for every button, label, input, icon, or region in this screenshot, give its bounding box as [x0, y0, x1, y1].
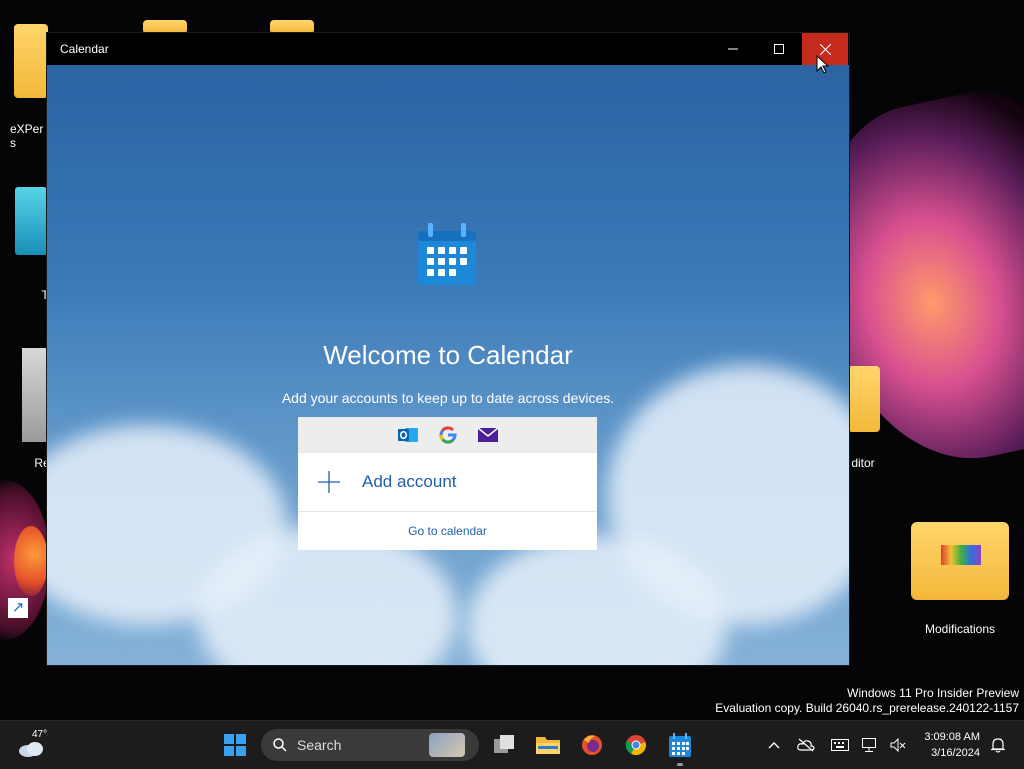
calendar-app-icon — [418, 223, 476, 285]
add-account-label: Add account — [362, 472, 457, 491]
maximize-icon — [774, 44, 784, 54]
go-to-calendar-link[interactable]: Go to calendar — [298, 512, 597, 550]
firefox-shortcut-icon[interactable] — [14, 526, 48, 596]
search-highlight-image — [429, 733, 465, 757]
cloud-weather-icon — [19, 742, 43, 757]
folder-icon[interactable] — [848, 366, 880, 432]
task-view-button[interactable] — [489, 729, 521, 761]
clock-time: 3:09:08 AM — [924, 731, 980, 743]
folder-icon — [143, 20, 187, 34]
outlook-icon — [396, 423, 420, 447]
firefox-icon — [582, 735, 602, 755]
network-icon — [862, 738, 876, 752]
volume-muted-icon — [890, 738, 906, 752]
desktop-icon-label[interactable]: Modifications — [906, 622, 1014, 636]
title-bar[interactable]: Calendar — [47, 33, 849, 65]
recycle-bin-icon[interactable] — [22, 348, 48, 442]
search-placeholder: Search — [297, 737, 342, 753]
chrome-icon — [625, 735, 646, 756]
minimize-icon — [728, 48, 738, 50]
chevron-up-icon — [768, 742, 780, 749]
notifications-button[interactable] — [984, 729, 1012, 761]
clock-date: 3/16/2024 — [931, 747, 980, 759]
folder-thumbnail — [941, 545, 981, 565]
weather-widget[interactable]: 47° — [14, 729, 54, 761]
taskbar: 47° Search 3:09:08 AM 3/16/2024 — [0, 720, 1024, 769]
firefox-button[interactable] — [576, 729, 608, 761]
calendar-icon — [669, 733, 691, 757]
task-view-icon — [494, 735, 514, 753]
add-account-button[interactable]: Add account — [298, 453, 597, 512]
desktop-icon-label[interactable]: eXPer s — [10, 122, 50, 150]
network-button[interactable] — [856, 729, 884, 761]
welcome-subtitle: Add your accounts to keep up to date acr… — [281, 390, 615, 406]
windows-logo-icon — [224, 734, 246, 756]
start-button[interactable] — [219, 729, 251, 761]
window-title: Calendar — [60, 42, 109, 56]
search-icon — [273, 738, 287, 752]
mail-icon — [476, 423, 500, 447]
chrome-button[interactable] — [620, 729, 652, 761]
volume-button[interactable] — [884, 729, 912, 761]
shortcut-arrow-icon: ↗ — [8, 598, 28, 618]
welcome-pane: Welcome to Calendar Add your accounts to… — [47, 65, 849, 665]
google-icon — [436, 423, 460, 447]
taskbar-search[interactable]: Search — [261, 729, 479, 761]
bell-icon — [991, 738, 1005, 753]
mouse-cursor-icon — [816, 55, 830, 74]
folder-icon — [270, 20, 314, 34]
desktop-icon-label[interactable]: ditor — [848, 456, 878, 470]
provider-strip — [298, 417, 597, 453]
show-hidden-icons-button[interactable] — [760, 729, 788, 761]
app-icon[interactable] — [15, 187, 47, 255]
cloud-offline-icon — [797, 738, 815, 752]
clock[interactable]: 3:09:08 AM 3/16/2024 — [924, 729, 980, 761]
account-card: Add account Go to calendar — [298, 417, 597, 550]
watermark-line-1: Windows 11 Pro Insider Preview — [847, 686, 1019, 700]
keyboard-button[interactable] — [826, 729, 854, 761]
calendar-window: Calendar Welcome to Calendar Add your ac… — [47, 33, 849, 665]
minimize-button[interactable] — [710, 33, 756, 65]
running-indicator — [677, 763, 683, 766]
calendar-taskbar-button[interactable] — [664, 729, 696, 766]
onedrive-button[interactable] — [792, 729, 820, 761]
watermark-line-2: Evaluation copy. Build 26040.rs_prerelea… — [715, 701, 1019, 715]
welcome-heading: Welcome to Calendar — [323, 340, 573, 370]
weather-temperature: 47° — [32, 729, 48, 740]
keyboard-icon — [831, 739, 849, 751]
plus-icon — [318, 471, 340, 493]
folder-icon — [14, 24, 48, 98]
close-icon — [819, 43, 831, 55]
file-explorer-icon — [536, 737, 560, 754]
maximize-button[interactable] — [756, 33, 802, 65]
file-explorer-button[interactable] — [532, 729, 564, 761]
